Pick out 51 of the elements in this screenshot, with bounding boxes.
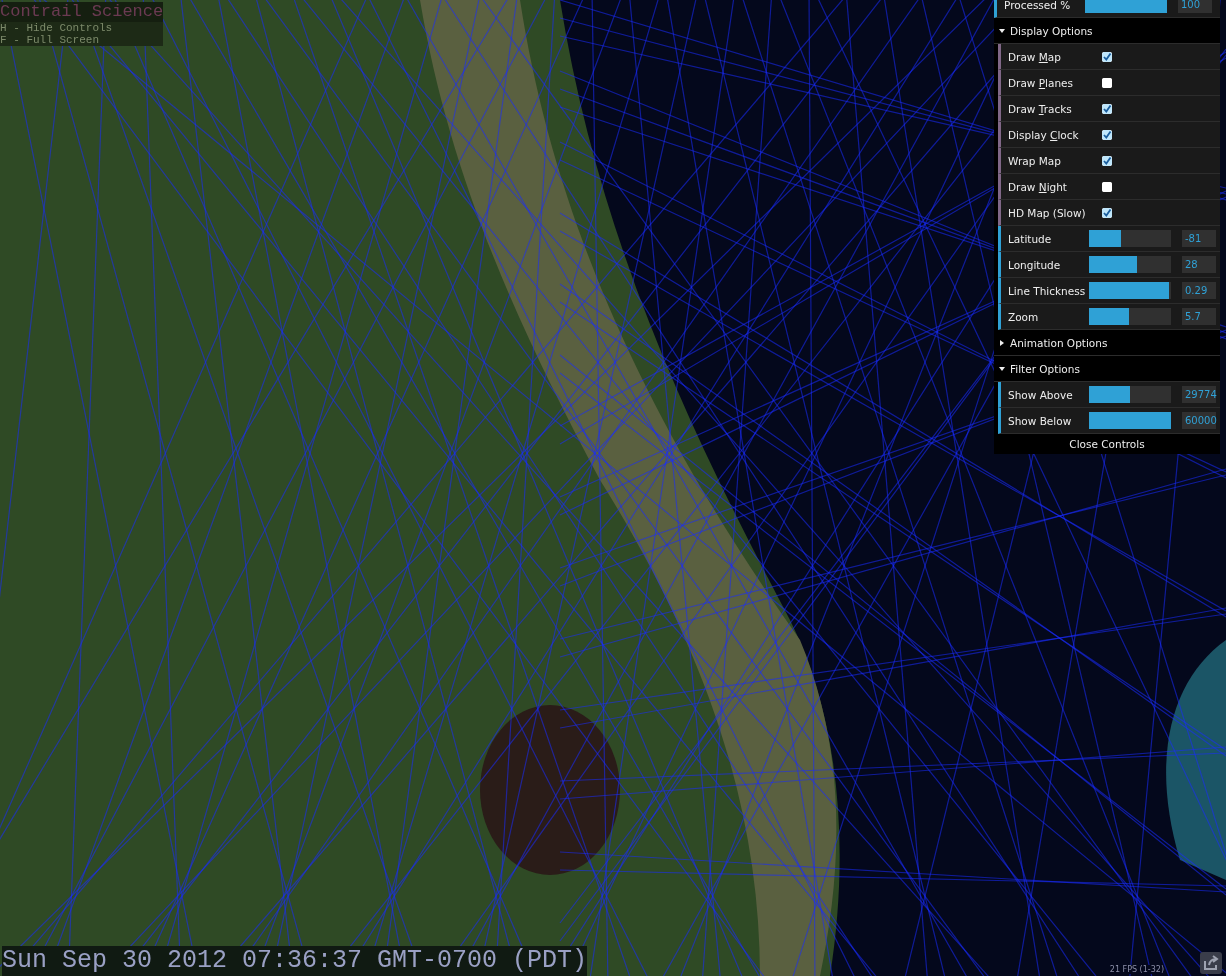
caret-icon bbox=[999, 339, 1005, 346]
value-field[interactable]: 60000 bbox=[1182, 412, 1216, 429]
value-field[interactable]: 29774 bbox=[1182, 386, 1216, 403]
checkbox[interactable] bbox=[1102, 129, 1112, 140]
checkbox[interactable] bbox=[1102, 77, 1112, 88]
slider-fill[interactable] bbox=[1089, 282, 1170, 299]
control-label: Show Below bbox=[1008, 414, 1073, 427]
value-field[interactable]: 0.29 bbox=[1182, 282, 1216, 299]
control-label: Draw Map bbox=[1008, 50, 1062, 63]
shortcut-hint: H - Hide Controls bbox=[0, 22, 113, 34]
value-field[interactable]: 100 bbox=[1178, 0, 1212, 13]
slider-fill[interactable] bbox=[1085, 0, 1167, 13]
control-label: Draw Night bbox=[1008, 180, 1068, 193]
shortcut-hint: F - Full Screen bbox=[0, 34, 100, 46]
value-field[interactable]: 28 bbox=[1182, 256, 1216, 273]
slider-track[interactable] bbox=[1089, 230, 1171, 247]
control-label: HD Map (Slow) bbox=[1008, 206, 1086, 219]
share-icon[interactable] bbox=[1200, 952, 1222, 974]
slider-track[interactable] bbox=[1089, 308, 1171, 325]
control-label: Display Clock bbox=[1008, 128, 1080, 141]
slider-fill[interactable] bbox=[1089, 230, 1121, 247]
folder-title: Display Options bbox=[1010, 24, 1093, 37]
control-label: Longitude bbox=[1008, 258, 1062, 271]
slider-fill[interactable] bbox=[1089, 386, 1130, 403]
checkbox[interactable] bbox=[1102, 103, 1112, 114]
slider-track[interactable] bbox=[1089, 386, 1171, 403]
folder-title: Animation Options bbox=[1010, 336, 1108, 349]
checkbox[interactable] bbox=[1102, 155, 1112, 166]
slider-fill[interactable] bbox=[1089, 256, 1137, 273]
slider-track[interactable] bbox=[1089, 256, 1171, 273]
checkbox[interactable] bbox=[1102, 181, 1112, 192]
clock-text: Sun Sep 30 2012 07:36:37 GMT-0700 (PDT) bbox=[2, 946, 588, 976]
control-label: Processed % bbox=[1004, 0, 1072, 11]
control-label: Show Above bbox=[1008, 388, 1074, 401]
caret-icon bbox=[999, 27, 1005, 34]
value-field[interactable]: -81 bbox=[1182, 230, 1216, 247]
control-label: Latitude bbox=[1008, 232, 1053, 245]
control-label: Draw Tracks bbox=[1008, 102, 1073, 115]
value-field[interactable]: 5.7 bbox=[1182, 308, 1216, 325]
control-label: Line Thickness bbox=[1008, 284, 1086, 297]
control-label: Draw Planes bbox=[1008, 76, 1075, 89]
app-title: Contrail Science bbox=[0, 2, 164, 22]
caret-icon bbox=[999, 365, 1005, 372]
slider-fill[interactable] bbox=[1089, 308, 1130, 325]
folder-title: Filter Options bbox=[1010, 362, 1080, 375]
checkbox[interactable] bbox=[1102, 51, 1112, 62]
control-label: Wrap Map bbox=[1008, 154, 1062, 167]
fps-counter: 21 FPS (1-32) bbox=[1109, 965, 1164, 974]
checkbox[interactable] bbox=[1102, 207, 1112, 218]
control-label: Zoom bbox=[1008, 310, 1040, 323]
slider-fill[interactable] bbox=[1089, 412, 1171, 429]
